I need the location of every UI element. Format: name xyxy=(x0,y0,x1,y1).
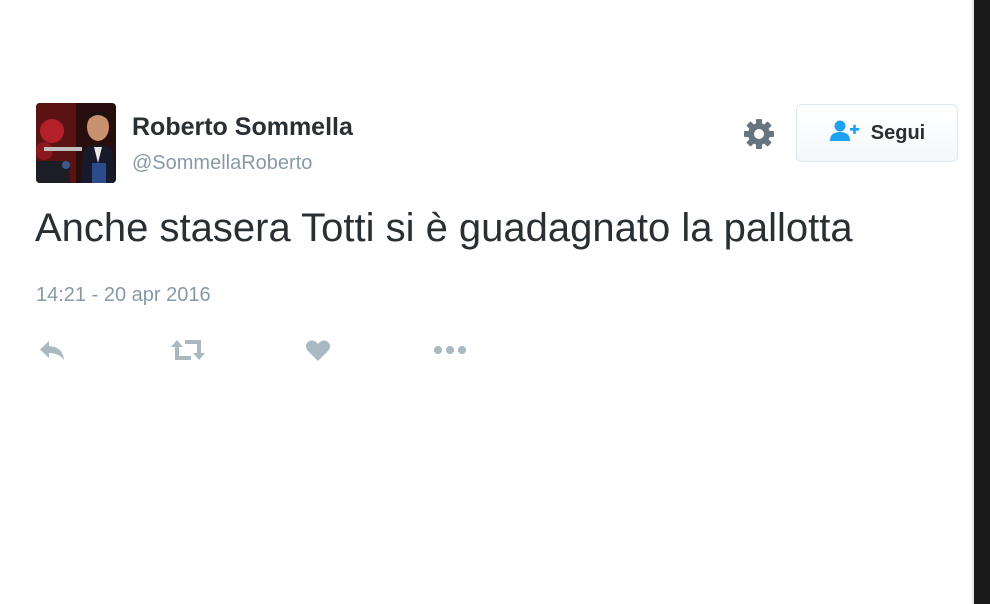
user-handle[interactable]: @SommellaRoberto xyxy=(132,152,312,175)
more-icon[interactable] xyxy=(433,336,467,364)
reply-icon[interactable] xyxy=(38,336,66,364)
avatar[interactable] xyxy=(36,103,116,183)
follow-button-label: Segui xyxy=(870,121,926,144)
tweet-timestamp[interactable]: 14:21 - 20 apr 2016 xyxy=(36,284,211,307)
tweet-text: Anche stasera Totti si è guadagnato la p… xyxy=(35,206,853,250)
user-name[interactable]: Roberto Sommella xyxy=(132,113,353,142)
tweet-card: Roberto Sommella @SommellaRoberto Segui … xyxy=(0,0,972,604)
window-border xyxy=(974,0,990,604)
follow-button[interactable]: Segui xyxy=(796,104,958,162)
follow-user-icon xyxy=(829,119,861,148)
like-icon[interactable] xyxy=(305,336,331,364)
gear-icon[interactable] xyxy=(741,116,777,152)
retweet-icon[interactable] xyxy=(170,336,206,364)
